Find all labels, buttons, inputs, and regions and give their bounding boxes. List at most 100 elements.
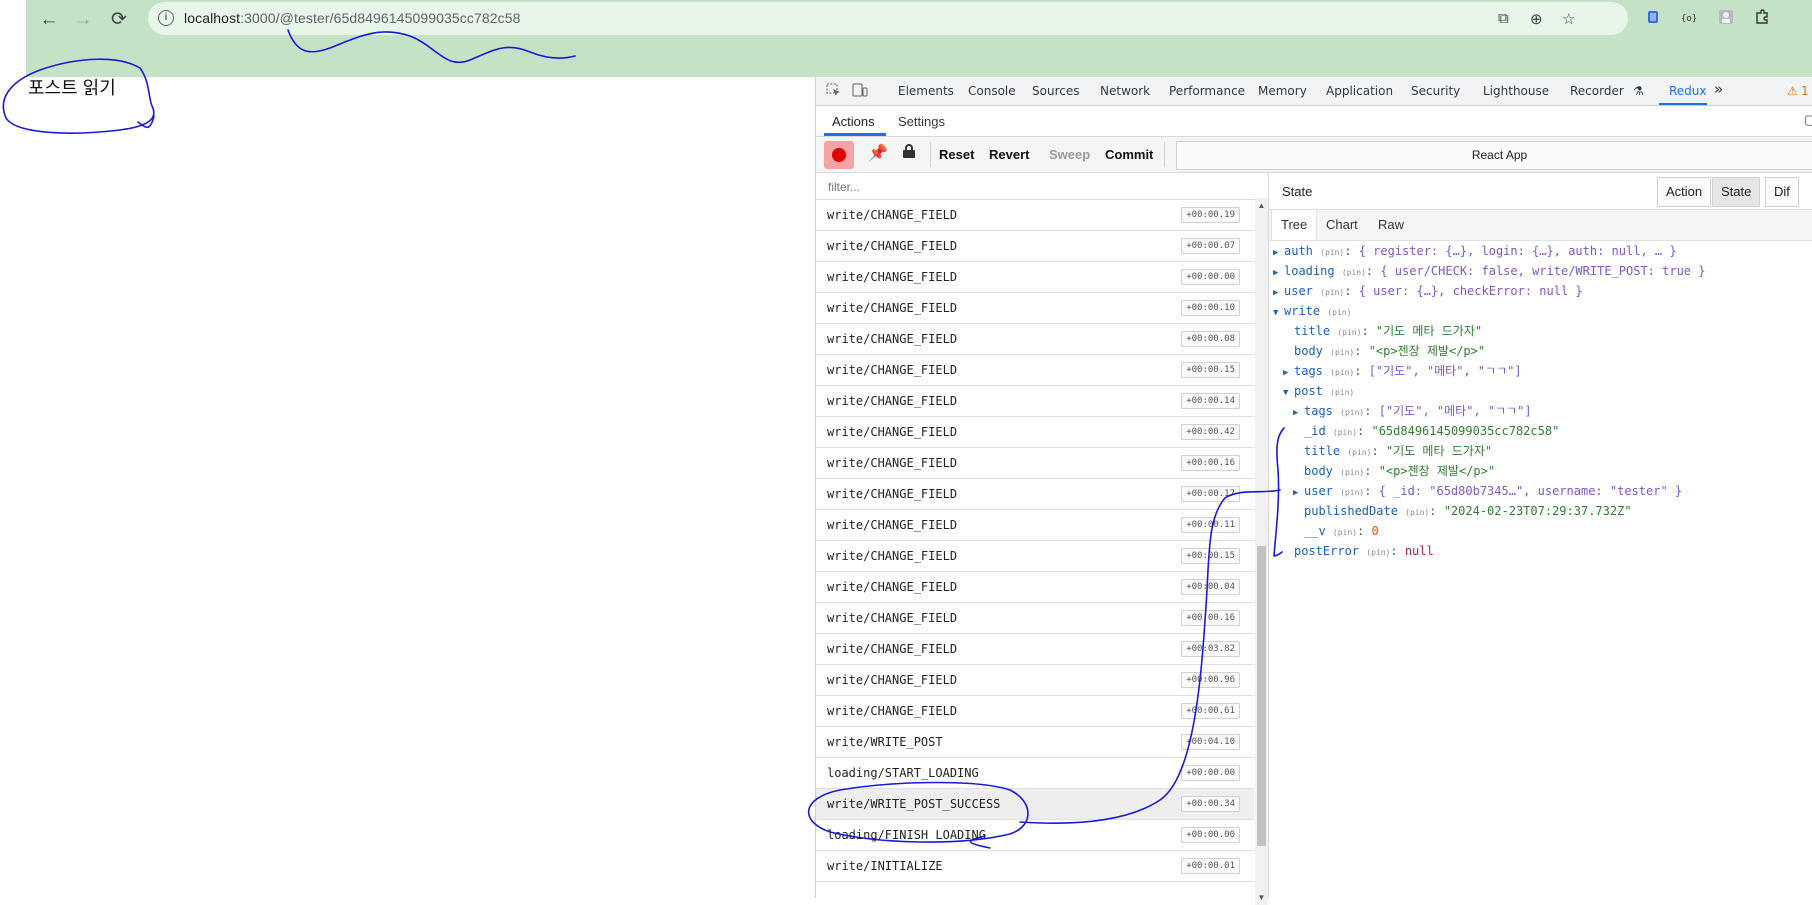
action-list-item[interactable]: loading/START_LOADING +00:00.00 (816, 758, 1254, 789)
back-button[interactable]: ← (37, 8, 61, 32)
tab-security[interactable]: Security (1411, 84, 1460, 98)
expand-arrow-icon[interactable]: ▶ (1273, 283, 1284, 303)
subtab-settings[interactable]: Settings (898, 114, 945, 129)
action-list-item[interactable]: write/CHANGE_FIELD +00:00.16 (816, 603, 1254, 634)
expand-arrow-icon[interactable]: ▶ (1273, 243, 1284, 263)
sweep-button[interactable]: Sweep (1044, 141, 1095, 168)
action-list-item[interactable]: loading/FINISH_LOADING +00:00.00 (816, 820, 1254, 851)
inspect-element-icon[interactable] (826, 83, 842, 97)
action-list-item[interactable]: write/CHANGE_FIELD +00:00.61 (816, 696, 1254, 727)
action-list-item[interactable]: write/CHANGE_FIELD +00:00.14 (816, 386, 1254, 417)
warning-icon[interactable]: ⚠ (1787, 84, 1798, 98)
collapse-arrow-icon[interactable]: ▼ (1273, 303, 1284, 323)
toolbar-divider (930, 142, 931, 167)
tree-node-auth[interactable]: ▶ auth (pin): { register: {…}, login: {…}… (1273, 241, 1677, 261)
tab-raw[interactable]: Raw (1369, 210, 1413, 240)
action-list-item[interactable]: write/CHANGE_FIELD +00:00.42 (816, 417, 1254, 448)
action-monitor-button[interactable]: Action (1657, 177, 1712, 207)
commit-button[interactable]: Commit (1100, 141, 1158, 168)
tab-memory[interactable]: Memory (1258, 84, 1307, 98)
tab-chart[interactable]: Chart (1317, 210, 1367, 240)
tab-elements[interactable]: Elements (898, 84, 954, 98)
action-list-item[interactable]: write/CHANGE_FIELD +00:00.00 (816, 262, 1254, 293)
tree-node-loading[interactable]: ▶ loading (pin): { user/CHECK: false, wri… (1273, 261, 1705, 281)
lock-icon[interactable] (902, 143, 916, 159)
inspector-header: State Action State Dif (1269, 173, 1812, 210)
record-button[interactable] (824, 141, 854, 169)
action-list-item[interactable]: write/CHANGE_FIELD +00:00.04 (816, 572, 1254, 603)
collapse-arrow-icon[interactable]: ▼ (1283, 383, 1294, 403)
action-list-item[interactable]: write/CHANGE_FIELD +00:00.96 (816, 665, 1254, 696)
tree-leaf-write-title: title (pin): "기도 메타 드가자" (1294, 324, 1483, 338)
reload-button[interactable]: ⟳ (107, 8, 131, 32)
expand-arrow-icon[interactable]: ▶ (1273, 263, 1284, 283)
tab-redux[interactable]: Redux (1669, 84, 1707, 98)
action-list-item[interactable]: write/CHANGE_FIELD +00:00.15 (816, 355, 1254, 386)
bookmark-star-icon[interactable]: ☆ (1562, 10, 1575, 28)
state-monitor-button[interactable]: State (1712, 177, 1761, 207)
subtab-actions[interactable]: Actions (832, 114, 875, 129)
action-list-item[interactable]: write/CHANGE_FIELD +00:00.10 (816, 293, 1254, 324)
filter-input[interactable] (826, 177, 1250, 197)
action-list-item[interactable]: write/CHANGE_FIELD +00:00.08 (816, 324, 1254, 355)
pin-icon[interactable]: 📌 (868, 143, 888, 163)
filter-box (816, 173, 1268, 200)
action-list-item[interactable]: write/CHANGE_FIELD +00:00.15 (816, 541, 1254, 572)
action-name: write/CHANGE_FIELD (827, 239, 958, 253)
action-list-item[interactable]: write/CHANGE_FIELD +00:00.19 (816, 200, 1254, 231)
tab-recorder[interactable]: Recorder (1570, 84, 1624, 98)
action-list-item[interactable]: write/CHANGE_FIELD +00:00.07 (816, 231, 1254, 262)
action-list-item[interactable]: write/CHANGE_FIELD +00:00.17 (816, 479, 1254, 510)
action-list-item[interactable]: write/WRITE_POST +00:04.10 (816, 727, 1254, 758)
diff-monitor-button[interactable]: Dif (1765, 177, 1799, 207)
action-timestamp: +00:00.01 (1181, 858, 1240, 874)
tree-node-write[interactable]: ▼ write (pin) (1273, 301, 1351, 321)
extension-icon[interactable] (1645, 9, 1661, 25)
scroll-up-icon[interactable]: ▲ (1256, 200, 1267, 211)
tree-node-post-tags[interactable]: ▶ tags (pin): ["기도", "메타", "ㄱㄱ"] (1293, 401, 1532, 421)
action-list-item[interactable]: write/CHANGE_FIELD +00:03.82 (816, 634, 1254, 665)
expand-arrow-icon[interactable]: ▶ (1293, 483, 1304, 503)
action-name: write/CHANGE_FIELD (827, 611, 958, 625)
tab-console[interactable]: Console (968, 84, 1016, 98)
app-instance-select[interactable]: React App (1176, 141, 1812, 170)
action-list-item[interactable]: write/CHANGE_FIELD +00:00.11 (816, 510, 1254, 541)
tree-node-post-user[interactable]: ▶ user (pin): { _id: "65d80b7345…", usern… (1293, 481, 1682, 501)
action-timestamp: +00:00.15 (1181, 362, 1240, 378)
expand-arrow-icon[interactable]: ▶ (1283, 363, 1294, 383)
action-list-scrollbar[interactable]: ▲ ▼ (1255, 198, 1268, 905)
extensions-puzzle-icon[interactable] (1754, 9, 1770, 25)
action-name: write/CHANGE_FIELD (827, 704, 958, 718)
dock-icon[interactable]: ▢ (1804, 112, 1812, 128)
action-name: write/CHANGE_FIELD (827, 673, 958, 687)
json-extension-icon[interactable]: {o} (1680, 9, 1696, 25)
revert-button[interactable]: Revert (984, 141, 1034, 168)
tree-node-user[interactable]: ▶ user (pin): { user: {…}, checkError: nu… (1273, 281, 1583, 301)
tab-network[interactable]: Network (1100, 84, 1150, 98)
tab-application[interactable]: Application (1326, 84, 1393, 98)
forward-button[interactable]: → (71, 8, 95, 32)
action-list-item[interactable]: write/WRITE_POST_SUCCESS +00:00.34 (816, 789, 1254, 820)
tree-node-post[interactable]: ▼ post (pin) (1283, 381, 1354, 401)
tree-node-write-tags[interactable]: ▶ tags (pin): ["기도", "메타", "ㄱㄱ"] (1283, 361, 1522, 381)
scrollbar-thumb[interactable] (1257, 546, 1266, 846)
url-text[interactable]: localhost:3000/@tester/65d8496145099035c… (184, 10, 521, 26)
reset-button[interactable]: Reset (934, 141, 979, 168)
device-toggle-icon[interactable] (852, 83, 868, 97)
tab-lighthouse[interactable]: Lighthouse (1483, 84, 1549, 98)
tab-tree[interactable]: Tree (1271, 210, 1318, 240)
zoom-icon[interactable]: ⊕ (1530, 10, 1543, 28)
tree-leaf-post-version: __v (pin): 0 (1304, 524, 1379, 538)
profile-extension-icon[interactable] (1718, 9, 1734, 25)
action-timestamp: +00:00.19 (1181, 207, 1240, 223)
open-in-new-window-icon[interactable]: ⧉ (1498, 10, 1509, 27)
action-name: write/CHANGE_FIELD (827, 580, 958, 594)
action-name: write/CHANGE_FIELD (827, 642, 958, 656)
more-tabs-icon[interactable]: » (1714, 80, 1723, 98)
action-list-item[interactable]: write/CHANGE_FIELD +00:00.16 (816, 448, 1254, 479)
tab-performance[interactable]: Performance (1169, 84, 1245, 98)
site-info-icon[interactable]: i (158, 10, 174, 26)
expand-arrow-icon[interactable]: ▶ (1293, 403, 1304, 423)
tab-sources[interactable]: Sources (1032, 84, 1079, 98)
action-list-item[interactable]: write/INITIALIZE +00:00.01 (816, 851, 1254, 882)
